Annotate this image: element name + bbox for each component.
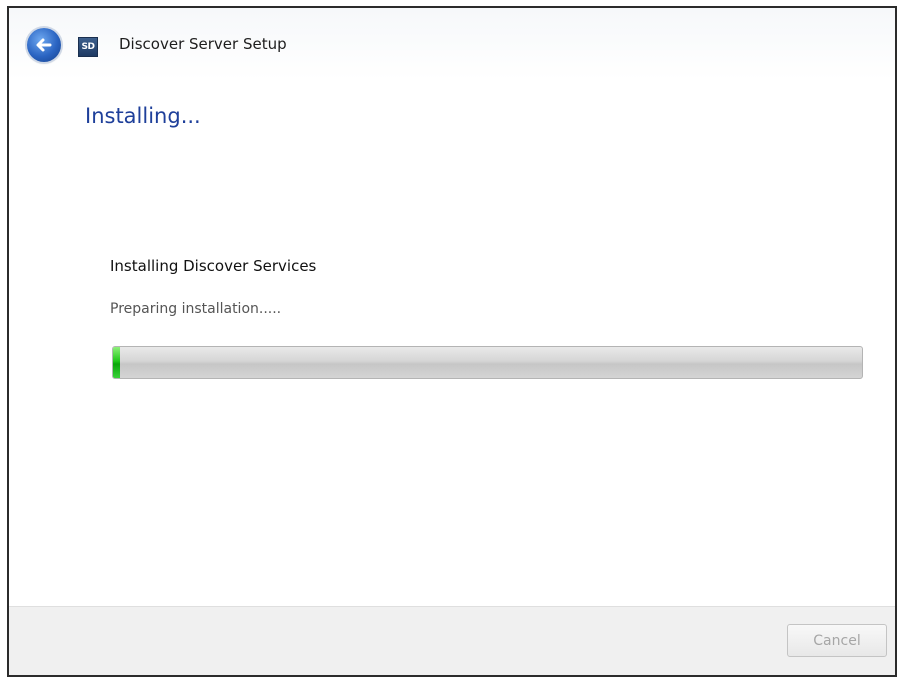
setup-window: SD Discover Server Setup Installing... I… <box>7 6 897 677</box>
back-button[interactable] <box>27 28 61 62</box>
progress-fill <box>113 347 121 378</box>
cancel-button[interactable]: Cancel <box>787 624 887 657</box>
app-icon: SD <box>78 37 98 57</box>
back-arrow-icon <box>36 38 52 52</box>
footer-bar: Cancel <box>9 606 895 675</box>
page-heading: Installing... <box>85 104 201 128</box>
install-step-title: Installing Discover Services <box>110 257 317 275</box>
install-status-text: Preparing installation..... <box>110 301 282 317</box>
title-bar: SD Discover Server Setup <box>9 8 895 80</box>
window-title: Discover Server Setup <box>119 35 287 53</box>
install-progress-bar <box>112 346 863 379</box>
